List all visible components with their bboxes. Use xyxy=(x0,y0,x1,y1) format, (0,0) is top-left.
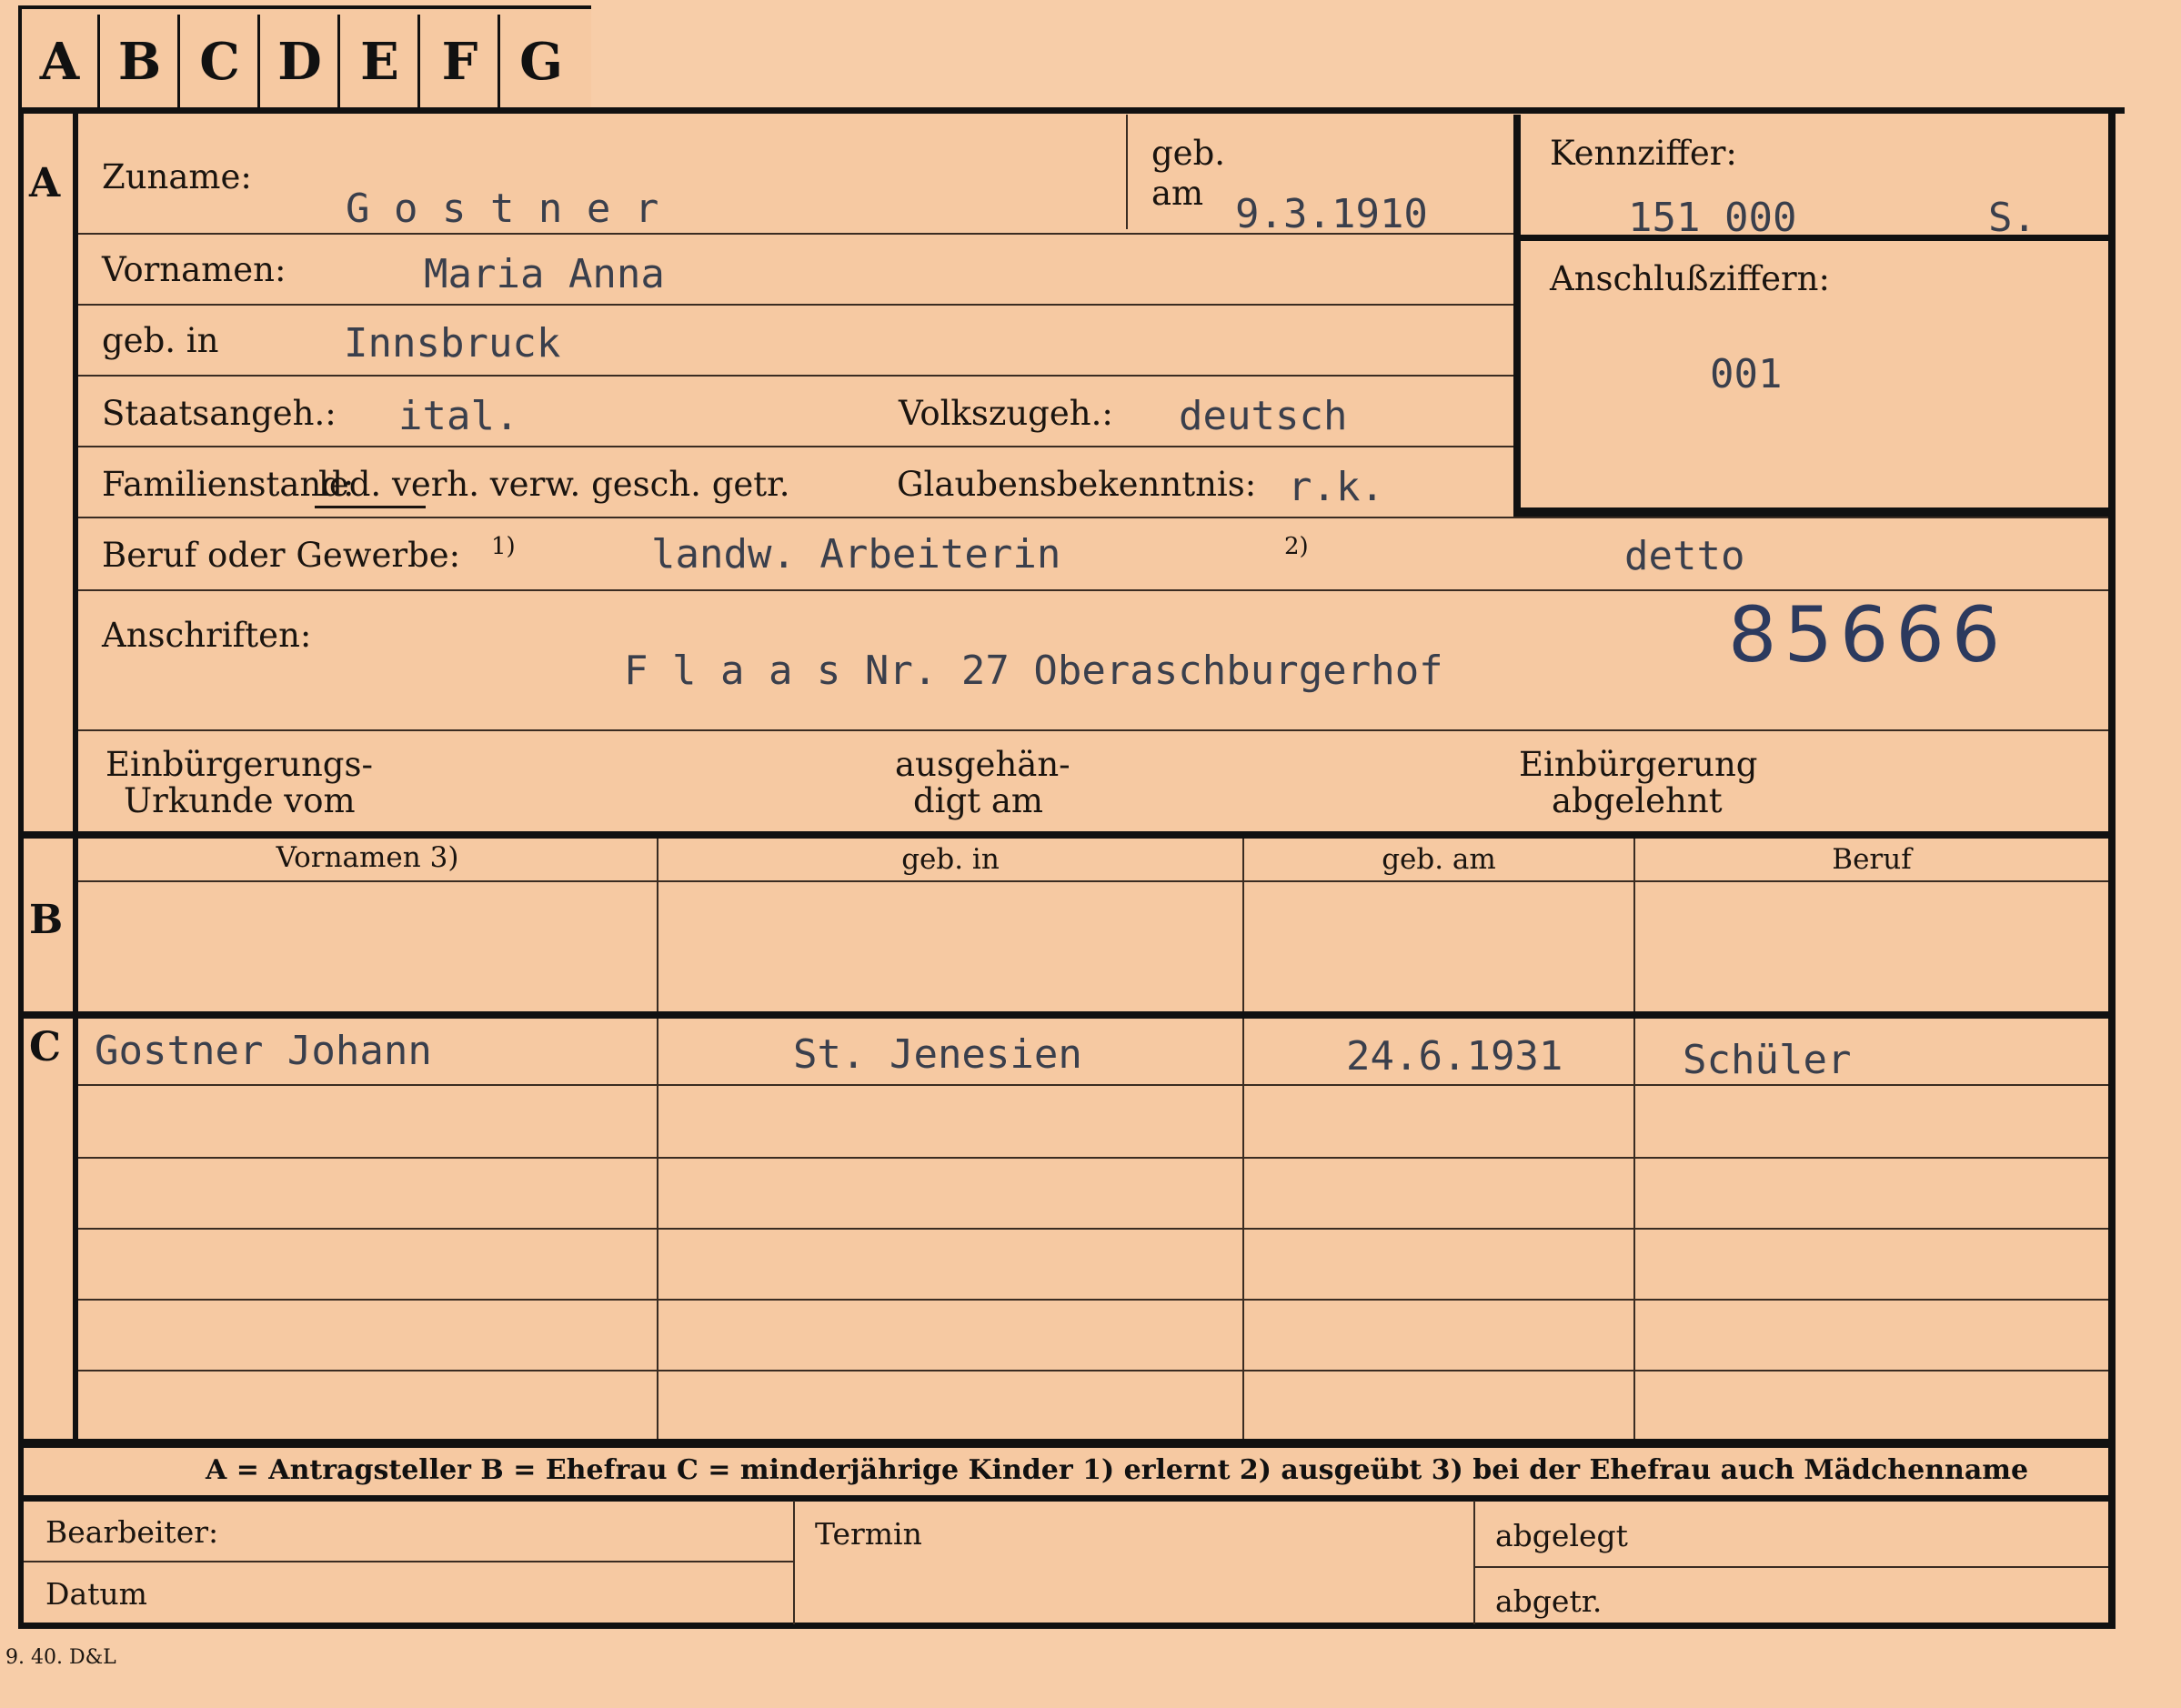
c-row-line-1 xyxy=(78,1084,2108,1086)
separator-b-c xyxy=(18,1011,2116,1019)
volkszugeh-label: Volkszugeh.: xyxy=(899,394,1113,433)
tab-c: C xyxy=(182,15,260,109)
vornamen-value: Maria Anna xyxy=(424,251,665,297)
c-row-line-3 xyxy=(78,1228,2108,1230)
table-b-header-vornamen: Vornamen 3) xyxy=(276,841,459,874)
frame-top xyxy=(18,107,2125,114)
c-row1-gebam: 24.6.1931 xyxy=(1346,1033,1563,1080)
beruf-note-1: 1) xyxy=(491,533,516,560)
ausgehaen-label-1: ausgehän- xyxy=(895,745,1070,784)
frame-left xyxy=(18,107,24,1628)
table-b-header-line xyxy=(78,880,2108,882)
tab-d: D xyxy=(262,15,340,109)
legend-bottom-line xyxy=(18,1495,2116,1502)
footer-print-code: 9. 40. D&L xyxy=(5,1646,116,1669)
index-tabs: A B C D E F G xyxy=(22,5,591,109)
line-familien xyxy=(78,517,2108,518)
volkszugeh-value: deutsch xyxy=(1179,393,1348,439)
tab-e: E xyxy=(342,15,420,109)
kennziffer-suffix: S. xyxy=(1988,195,2036,241)
familienstand-label: Familienstand: xyxy=(102,465,355,504)
anschriften-label: Anschriften: xyxy=(102,616,312,655)
legend-top-line xyxy=(18,1439,2116,1448)
einbuergerungs-label-2: Urkunde vom xyxy=(124,781,356,820)
line-vornamen xyxy=(78,304,1513,306)
beruf-ausgeuebt-value: detto xyxy=(1624,533,1745,579)
c-row1-name: Gostner Johann xyxy=(95,1028,432,1074)
ausgehaen-label-2: digt am xyxy=(913,781,1043,820)
c-row-line-2 xyxy=(78,1157,2108,1159)
beruf-note-2: 2) xyxy=(1284,533,1309,560)
table-b-header-gebam: geb. am xyxy=(1382,843,1496,876)
abgetr-label: abgetr. xyxy=(1495,1583,1603,1619)
footer-divider-2 xyxy=(1473,1501,1475,1624)
staatsangeh-label: Staatsangeh.: xyxy=(102,394,337,433)
glaubensbekenntnis-label: Glaubensbekenntnis: xyxy=(897,465,1257,504)
tab-f: F xyxy=(422,15,500,109)
anschlussziffern-label: Anschlußziffern: xyxy=(1550,259,1830,298)
am-label: am xyxy=(1151,174,1204,213)
table-b-header-gebin: geb. in xyxy=(901,843,1000,876)
divider-geb xyxy=(1126,115,1128,229)
tab-b: B xyxy=(102,15,180,109)
staatsangeh-value: ital. xyxy=(398,393,519,439)
kennziffer-label: Kennziffer: xyxy=(1550,134,1737,173)
kennziffer-value: 151 000 xyxy=(1628,195,1797,241)
c-row1-gebin: St. Jenesien xyxy=(793,1031,1082,1078)
zuname-label: Zuname: xyxy=(102,157,252,196)
footer-line-left xyxy=(24,1561,793,1562)
line-anschriften xyxy=(78,729,2108,731)
geb-in-value: Innsbruck xyxy=(344,320,561,367)
footer-divider-1 xyxy=(793,1501,795,1624)
beruf-erlernt-value: landw. Arbeiterin xyxy=(651,531,1061,578)
beruf-label: Beruf oder Gewerbe: xyxy=(102,536,461,575)
anschlussziffern-value: 001 xyxy=(1710,351,1783,397)
einbuergerungs-label-1: Einbürgerungs- xyxy=(106,745,373,784)
col-divider-3 xyxy=(1633,839,1635,1439)
bearbeiter-label: Bearbeiter: xyxy=(45,1514,219,1550)
col-divider-1 xyxy=(657,839,658,1439)
c-row-line-4 xyxy=(78,1299,2108,1301)
c-row1-beruf: Schüler xyxy=(1683,1037,1852,1083)
datum-label: Datum xyxy=(45,1576,147,1612)
familienstand-underline xyxy=(315,506,426,508)
footer-line-right xyxy=(1475,1566,2108,1568)
tab-top-edge xyxy=(18,5,591,9)
geb-label: geb. xyxy=(1151,134,1226,173)
line-gebin xyxy=(78,375,1513,377)
frame-bottom xyxy=(18,1623,2116,1629)
geb-am-value: 9.3.1910 xyxy=(1235,191,1428,237)
kennziffer-box-bottom xyxy=(1513,507,2108,517)
familienstand-options: led. verh. verw. gesch. getr. xyxy=(318,465,790,504)
tab-a: A xyxy=(22,15,100,109)
legend-text: A = Antragsteller B = Ehefrau C = minder… xyxy=(206,1454,2029,1486)
tab-g: G xyxy=(519,32,563,92)
kennziffer-box-left xyxy=(1513,115,1521,517)
tab-left-edge xyxy=(18,5,22,115)
c-row-line-5 xyxy=(78,1370,2108,1371)
vornamen-label: Vornamen: xyxy=(102,250,286,289)
line-staats xyxy=(78,446,1513,447)
abgelegt-label: abgelegt xyxy=(1495,1518,1628,1553)
einbuergerung-label-2: abgelehnt xyxy=(1552,781,1723,820)
einbuergerung-label-1: Einbürgerung xyxy=(1519,745,1758,784)
termin-label: Termin xyxy=(815,1516,922,1552)
anschrift-value: F l a a s Nr. 27 Oberaschburgerhof xyxy=(624,648,1443,694)
geb-in-label: geb. in xyxy=(102,321,219,360)
section-b-label: B xyxy=(29,897,64,943)
frame-right xyxy=(2108,107,2116,1628)
zuname-value: G o s t n e r xyxy=(346,186,659,232)
col-divider-2 xyxy=(1242,839,1244,1439)
stamp-number: 85666 xyxy=(1728,590,2008,679)
glaubensbekenntnis-value: r.k. xyxy=(1288,464,1384,510)
table-b-header-beruf: Beruf xyxy=(1832,843,1912,876)
section-column-divider xyxy=(73,107,78,1444)
separator-a-b xyxy=(18,831,2116,839)
section-a-label: A xyxy=(29,160,61,206)
section-c-label: C xyxy=(29,1024,62,1070)
